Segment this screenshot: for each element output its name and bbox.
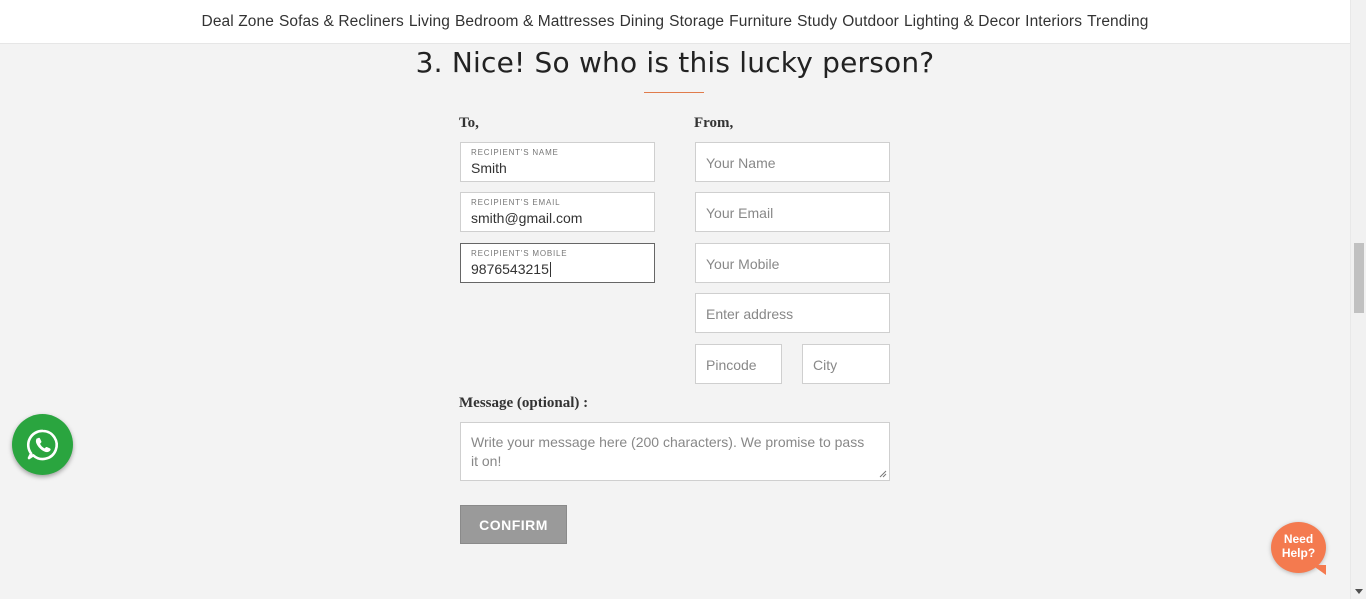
- to-label: To,: [459, 115, 479, 131]
- heading-underline: [644, 92, 704, 93]
- nav-item-dining[interactable]: Dining: [620, 13, 665, 31]
- sender-mobile-placeholder: Your Mobile: [706, 256, 780, 272]
- message-placeholder: Write your message here (200 characters)…: [471, 434, 865, 469]
- sender-pincode-placeholder: Pincode: [706, 357, 757, 373]
- whatsapp-button[interactable]: [12, 414, 73, 475]
- resize-grip-icon[interactable]: [879, 470, 887, 478]
- nav-item-lighting-decor[interactable]: Lighting & Decor: [904, 13, 1020, 31]
- message-label: Message (optional) :: [459, 395, 589, 411]
- nav-item-trending[interactable]: Trending: [1087, 13, 1148, 31]
- recipient-mobile-field[interactable]: RECIPIENT'S MOBILE 9876543215: [460, 243, 655, 283]
- need-help-line2: Help?: [1281, 546, 1316, 560]
- nav-item-deal-zone[interactable]: Deal Zone: [202, 13, 274, 31]
- need-help-bubble-tail: [1312, 565, 1326, 575]
- sender-pincode-field[interactable]: Pincode: [695, 344, 782, 384]
- nav-item-living[interactable]: Living: [409, 13, 450, 31]
- nav-item-storage[interactable]: Storage: [669, 13, 724, 31]
- sender-city-placeholder: City: [813, 357, 838, 373]
- sender-address-placeholder: Enter address: [706, 306, 794, 322]
- recipient-mobile-label: RECIPIENT'S MOBILE: [471, 249, 568, 258]
- confirm-button[interactable]: CONFIRM: [460, 505, 567, 544]
- sender-email-field[interactable]: Your Email: [695, 192, 890, 232]
- sender-address-field[interactable]: Enter address: [695, 293, 890, 333]
- nav-item-study[interactable]: Study: [797, 13, 837, 31]
- text-caret: [549, 262, 551, 277]
- section-heading: 3. Nice! So who is this lucky person?: [415, 46, 935, 79]
- scroll-down-arrow[interactable]: [1355, 589, 1363, 594]
- sender-name-placeholder: Your Name: [706, 155, 776, 171]
- scrollbar-thumb[interactable]: [1354, 243, 1364, 313]
- sender-mobile-field[interactable]: Your Mobile: [695, 243, 890, 283]
- sender-name-field[interactable]: Your Name: [695, 142, 890, 182]
- recipient-email-value: smith@gmail.com: [471, 210, 583, 226]
- page-scrollbar[interactable]: [1350, 0, 1366, 599]
- need-help-text: Need Help?: [1271, 532, 1326, 560]
- sender-city-field[interactable]: City: [802, 344, 890, 384]
- recipient-email-label: RECIPIENT'S EMAIL: [471, 198, 561, 207]
- top-navigation: Deal Zone Sofas & Recliners Living Bedroom …: [0, 0, 1350, 44]
- recipient-mobile-value: 9876543215: [471, 261, 549, 277]
- nav-item-sofas-recliners[interactable]: Sofas & Recliners: [279, 13, 404, 31]
- recipient-mobile-value-wrap: 9876543215: [471, 261, 551, 277]
- nav-item-bedroom-mattresses[interactable]: Bedroom & Mattresses: [455, 13, 615, 31]
- message-textarea[interactable]: Write your message here (200 characters)…: [460, 422, 890, 481]
- from-label: From,: [694, 115, 734, 131]
- recipient-name-label: RECIPIENT'S NAME: [471, 148, 559, 157]
- need-help-widget[interactable]: Need Help?: [1271, 522, 1326, 575]
- recipient-name-value: Smith: [471, 160, 507, 176]
- whatsapp-icon: [26, 429, 58, 460]
- recipient-email-field[interactable]: RECIPIENT'S EMAIL smith@gmail.com: [460, 192, 655, 232]
- recipient-name-field[interactable]: RECIPIENT'S NAME Smith: [460, 142, 655, 182]
- need-help-line1: Need: [1283, 532, 1314, 546]
- nav-item-outdoor[interactable]: Outdoor: [842, 13, 899, 31]
- nav-item-furniture[interactable]: Furniture: [729, 13, 792, 31]
- sender-email-placeholder: Your Email: [706, 205, 774, 221]
- nav-item-interiors[interactable]: Interiors: [1025, 13, 1082, 31]
- nav-items: Deal Zone Sofas & Recliners Living Bedroom …: [202, 13, 1149, 31]
